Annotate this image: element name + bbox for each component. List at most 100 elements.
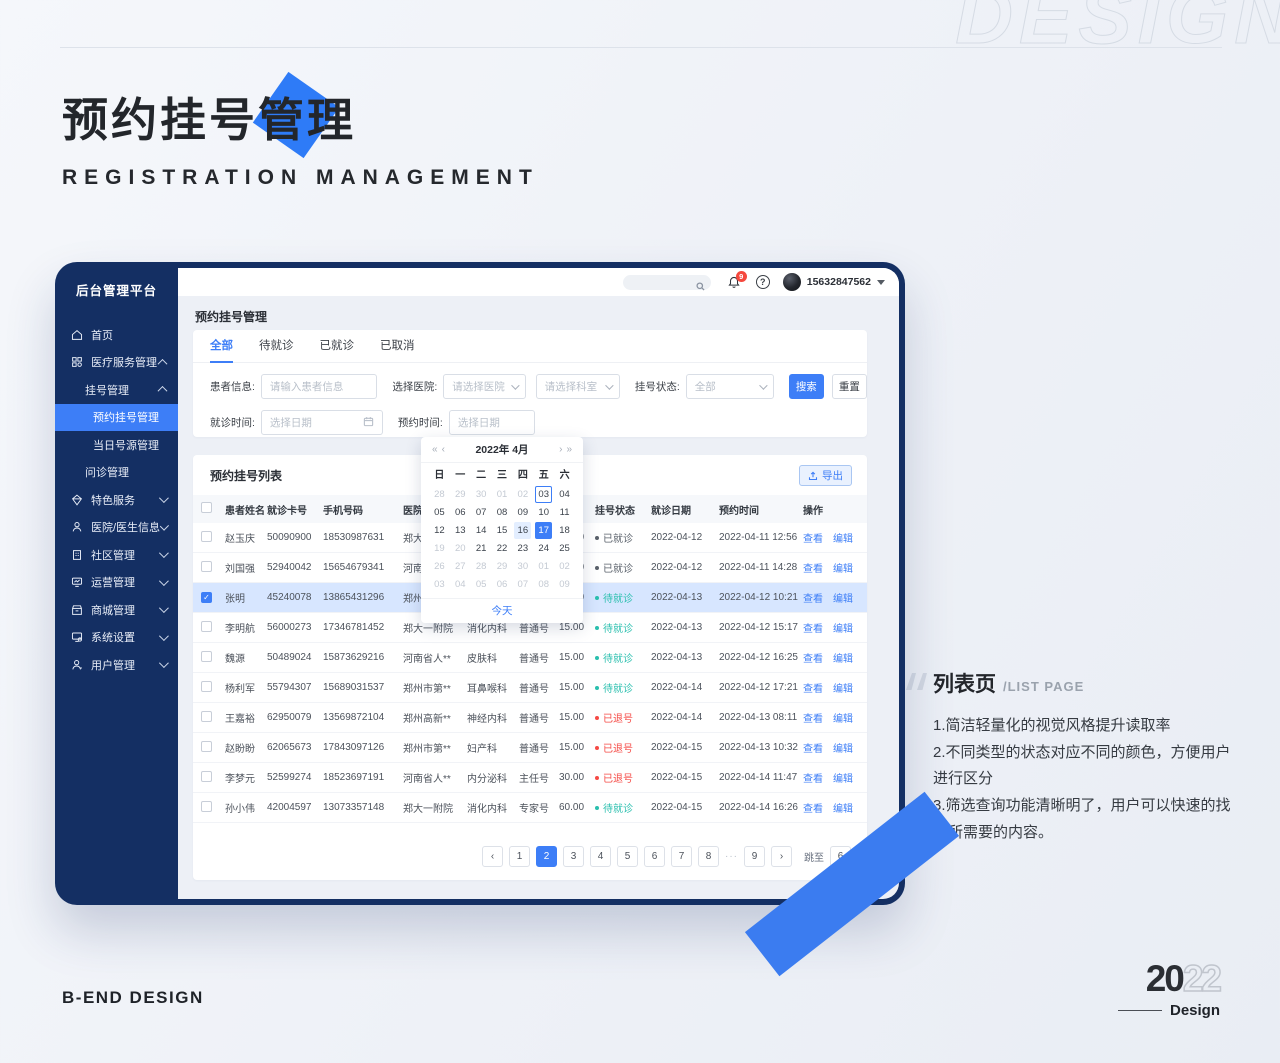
edit-link[interactable]: 编辑 [833, 590, 853, 605]
sidebar-item[interactable]: 挂号管理 [55, 376, 178, 404]
calendar-day[interactable]: 04 [556, 486, 573, 503]
calendar-day[interactable]: 09 [514, 504, 531, 521]
row-checkbox[interactable] [201, 801, 212, 812]
calendar-day[interactable]: 01 [493, 486, 510, 503]
edit-link[interactable]: 编辑 [833, 650, 853, 665]
calendar-day[interactable]: 16 [514, 522, 531, 539]
next-year-icon[interactable]: » [564, 445, 574, 455]
export-button[interactable]: 导出 [799, 465, 852, 486]
row-checkbox[interactable] [201, 711, 212, 722]
calendar-day[interactable]: 26 [431, 558, 448, 575]
calendar-day[interactable]: 22 [493, 540, 510, 557]
calendar-day[interactable]: 05 [431, 504, 448, 521]
row-checkbox[interactable]: ✓ [201, 592, 212, 603]
table-row[interactable]: 李梦元5259927418523697191河南省人**内分泌科主任号30.00… [193, 763, 867, 793]
view-link[interactable]: 查看 [803, 590, 823, 605]
prev-year-icon[interactable]: « [430, 445, 440, 455]
calendar-day[interactable]: 15 [493, 522, 510, 539]
calendar-day[interactable]: 29 [493, 558, 510, 575]
page-button[interactable]: 2 [536, 846, 557, 867]
edit-link[interactable]: 编辑 [833, 530, 853, 545]
calendar-day[interactable]: 29 [452, 486, 469, 503]
calendar-day[interactable]: 28 [431, 486, 448, 503]
calendar-day[interactable]: 23 [514, 540, 531, 557]
select-all-checkbox[interactable] [201, 502, 212, 513]
next-page-button[interactable]: › [771, 846, 792, 867]
page-button[interactable]: 1 [509, 846, 530, 867]
search-icon[interactable] [696, 278, 705, 287]
view-link[interactable]: 查看 [803, 740, 823, 755]
edit-link[interactable]: 编辑 [833, 680, 853, 695]
patient-input[interactable]: 请输入患者信息 [261, 374, 377, 399]
table-row[interactable]: 王嘉裕6295007913569872104郑州高新**神经内科普通号15.00… [193, 703, 867, 733]
appoint-date-input[interactable]: 选择日期 [449, 410, 535, 435]
edit-link[interactable]: 编辑 [833, 770, 853, 785]
sidebar-item[interactable]: 当日号源管理 [55, 431, 178, 459]
calendar-day[interactable]: 07 [514, 576, 531, 593]
calendar-today-link[interactable]: 今天 [421, 598, 583, 623]
calendar-day[interactable]: 19 [431, 540, 448, 557]
tab[interactable]: 待就诊 [259, 330, 294, 363]
edit-link[interactable]: 编辑 [833, 710, 853, 725]
user-menu-caret-icon[interactable] [877, 280, 885, 285]
view-link[interactable]: 查看 [803, 530, 823, 545]
table-row[interactable]: 孙小伟4200459713073357148郑大一附院消化内科专家号60.00待… [193, 793, 867, 823]
row-checkbox[interactable] [201, 621, 212, 632]
table-row[interactable]: 赵盼盼6206567317843097126郑州市第**妇产科普通号15.00已… [193, 733, 867, 763]
tab[interactable]: 已就诊 [320, 330, 355, 363]
prev-page-button[interactable]: ‹ [482, 846, 503, 867]
calendar-day[interactable]: 13 [452, 522, 469, 539]
page-button[interactable]: 8 [698, 846, 719, 867]
sidebar-item[interactable]: 系统设置 [55, 624, 178, 652]
calendar-day[interactable]: 30 [514, 558, 531, 575]
calendar-day[interactable]: 30 [473, 486, 490, 503]
sidebar-item[interactable]: 问诊管理 [55, 459, 178, 487]
prev-month-icon[interactable]: ‹ [440, 445, 447, 455]
notification-bell-icon[interactable]: 9 [727, 275, 741, 290]
row-checkbox[interactable] [201, 561, 212, 572]
edit-link[interactable]: 编辑 [833, 620, 853, 635]
view-link[interactable]: 查看 [803, 560, 823, 575]
sidebar-item[interactable]: 运营管理 [55, 569, 178, 597]
table-row[interactable]: 杨利军5579430715689031537郑州市第**耳鼻喉科普通号15.00… [193, 673, 867, 703]
row-checkbox[interactable] [201, 651, 212, 662]
sidebar-item[interactable]: 医院/医生信息 [55, 514, 178, 542]
sidebar-item[interactable]: 医疗服务管理 [55, 349, 178, 377]
view-link[interactable]: 查看 [803, 620, 823, 635]
calendar-day[interactable]: 20 [452, 540, 469, 557]
sidebar-item[interactable]: 首页 [55, 321, 178, 349]
calendar-day[interactable]: 12 [431, 522, 448, 539]
calendar-day[interactable]: 25 [556, 540, 573, 557]
calendar-day[interactable]: 05 [473, 576, 490, 593]
calendar-day[interactable]: 06 [493, 576, 510, 593]
hospital-select[interactable]: 请选择医院 [443, 374, 525, 399]
sidebar-item[interactable]: 特色服务 [55, 486, 178, 514]
table-row[interactable]: 魏源5048902415873629216河南省人**皮肤科普通号15.00待就… [193, 643, 867, 673]
calendar-day[interactable]: 06 [452, 504, 469, 521]
calendar-day[interactable]: 28 [473, 558, 490, 575]
reset-button[interactable]: 重置 [832, 374, 867, 399]
tab[interactable]: 全部 [210, 330, 233, 363]
calendar-day[interactable]: 04 [452, 576, 469, 593]
page-button[interactable]: 9 [744, 846, 765, 867]
calendar-day[interactable]: 21 [473, 540, 490, 557]
edit-link[interactable]: 编辑 [833, 800, 853, 815]
help-icon[interactable]: ? [756, 275, 770, 289]
visit-date-input[interactable]: 选择日期 [261, 410, 383, 435]
calendar-day[interactable]: 10 [535, 504, 552, 521]
sidebar-item[interactable]: 用户管理 [55, 651, 178, 679]
view-link[interactable]: 查看 [803, 650, 823, 665]
calendar-day[interactable]: 03 [535, 486, 552, 503]
edit-link[interactable]: 编辑 [833, 560, 853, 575]
calendar-day[interactable]: 09 [556, 576, 573, 593]
sidebar-item[interactable]: 预约挂号管理 [55, 404, 178, 432]
view-link[interactable]: 查看 [803, 800, 823, 815]
row-checkbox[interactable] [201, 771, 212, 782]
view-link[interactable]: 查看 [803, 770, 823, 785]
edit-link[interactable]: 编辑 [833, 740, 853, 755]
calendar-day[interactable]: 11 [556, 504, 573, 521]
row-checkbox[interactable] [201, 741, 212, 752]
avatar[interactable] [783, 273, 801, 291]
search-button[interactable]: 搜索 [789, 374, 824, 399]
calendar-day[interactable]: 02 [514, 486, 531, 503]
